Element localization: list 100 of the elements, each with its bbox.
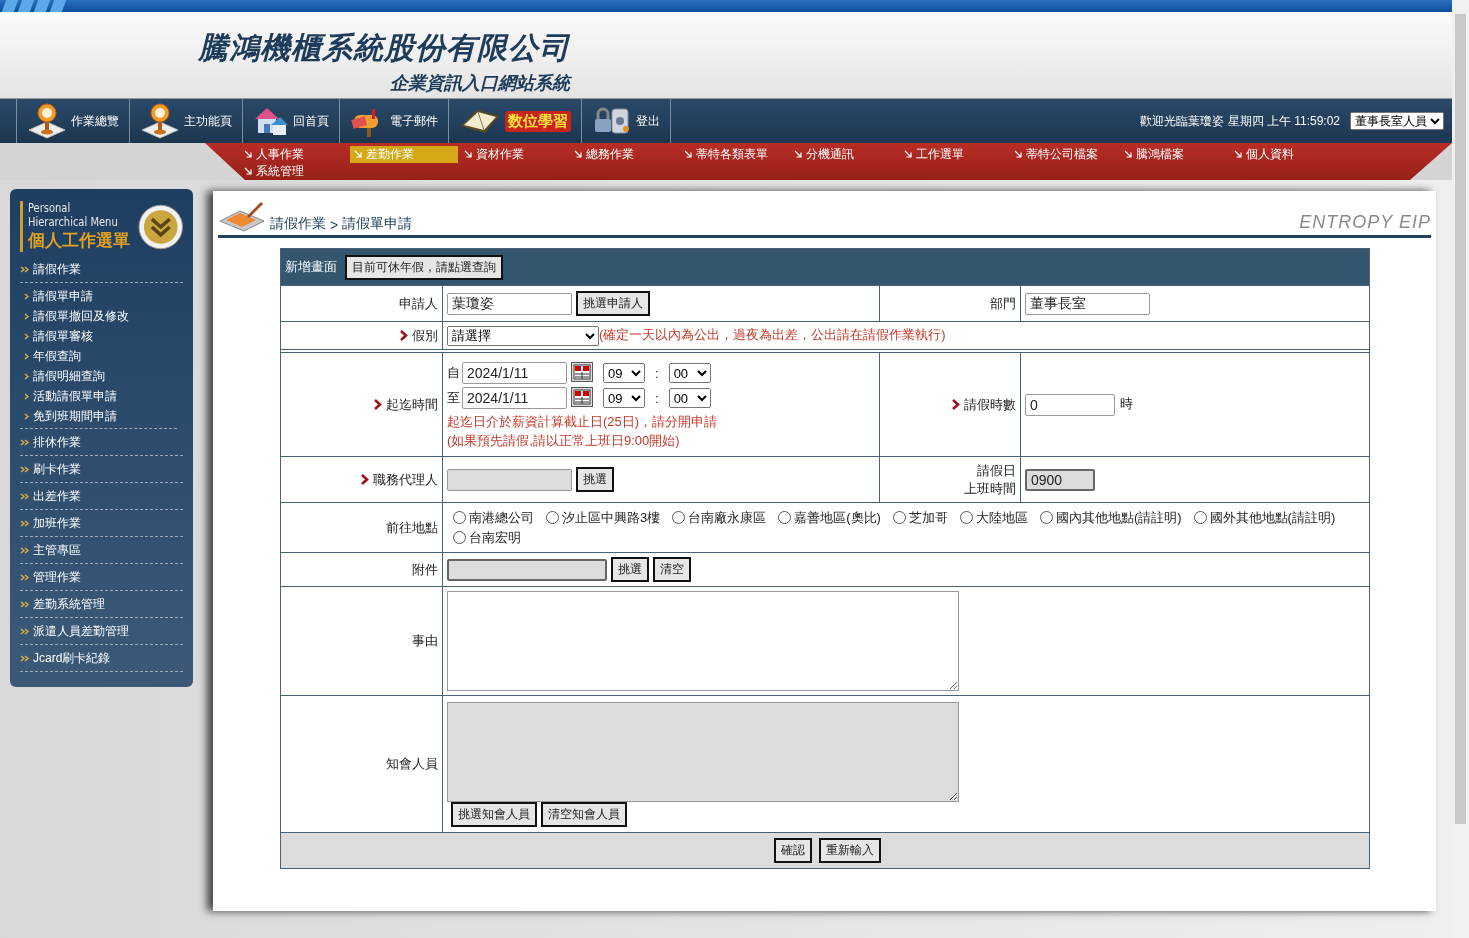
e-learning-logo-text: 数位學習	[505, 110, 571, 132]
destination-radio[interactable]: 嘉善地區(奧比)	[772, 509, 881, 525]
sidebar-item[interactable]: 出差作業	[20, 483, 183, 510]
leave-type-note: (確定一天以內為公出，過夜為出差，公出請在請假作業執行)	[599, 326, 946, 342]
arrow-down-right-icon	[684, 150, 692, 158]
field-label: 假別	[412, 327, 438, 343]
calendar-icon[interactable]	[571, 362, 593, 382]
arrow-down-right-icon	[1014, 150, 1022, 158]
padlock-icon	[592, 105, 632, 137]
hour-select[interactable]: 09	[603, 388, 645, 408]
applicant-field[interactable]: 葉瓊姿	[447, 292, 572, 315]
sidebar-item[interactable]: 請假作業	[20, 256, 183, 283]
warning-text: 起迄日介於薪資計算截止日(25日)，請分開申請	[447, 413, 719, 431]
notify-button[interactable]: 挑選知會人員	[451, 801, 537, 827]
date-field[interactable]: 2024/1/11	[462, 362, 567, 384]
toolbar-link[interactable]: 主功能頁	[130, 99, 243, 143]
chevron-icon	[24, 353, 29, 360]
breadcrumb-text: 請假作業	[270, 215, 326, 233]
destination-radio[interactable]: 芝加哥	[886, 509, 948, 525]
field-label: 附件	[412, 561, 438, 577]
menu-item[interactable]: 工作選單	[900, 146, 1008, 163]
attachment-button[interactable]: 清空	[653, 557, 691, 582]
attachment-button[interactable]: 挑選	[611, 557, 649, 582]
chevron-icon	[24, 393, 29, 400]
sidebar-item[interactable]: 差勤系統管理	[20, 591, 183, 618]
double-chevron-icon	[20, 466, 29, 473]
sidebar-title-english: Personal Hierarchical Menu	[28, 201, 118, 229]
pin-icon	[27, 103, 67, 139]
hours-field[interactable]: 0	[1025, 393, 1115, 416]
select-proxy-button[interactable]: 挑選	[576, 467, 614, 492]
sidebar-item[interactable]: 管理作業	[20, 564, 183, 591]
arrow-down-right-icon	[904, 150, 912, 158]
pin-icon	[140, 103, 180, 139]
department-field[interactable]: 董事長室	[1025, 292, 1150, 315]
field-label: 請假時數	[964, 396, 1016, 412]
arrow-down-right-icon	[794, 150, 802, 158]
time-separator: :	[655, 390, 659, 406]
form-action-button[interactable]: 重新輸入	[818, 838, 881, 863]
destination-radio[interactable]: 國外其他地點(請註明)	[1187, 509, 1336, 525]
destination-radio[interactable]: 汐止區中興路3樓	[540, 509, 661, 525]
toolbar-label: 登出	[636, 112, 660, 130]
form-action-button[interactable]: 確認	[773, 838, 812, 863]
toolbar-link[interactable]: 数位學習	[449, 99, 582, 143]
sidebar-subitem[interactable]: 請假單審核	[20, 326, 177, 346]
form-title: 新增畫面	[285, 258, 337, 276]
menu-item[interactable]: 蒂特各類表單	[680, 146, 788, 163]
breadcrumb-text: 請假單申請	[342, 215, 413, 233]
sidebar-item[interactable]: 刷卡作業	[20, 456, 183, 483]
date-field[interactable]: 2024/1/11	[462, 387, 567, 409]
destination-radio[interactable]: 台南廠永康區	[666, 509, 767, 525]
destination-radio[interactable]: 台南宏明	[447, 529, 521, 545]
welcome-text: 歡迎光臨葉瓊姿 星期四 上午 11:59:02	[1140, 112, 1340, 130]
sidebar-subitem[interactable]: 請假單撤回及修改	[20, 306, 177, 326]
menu-item[interactable]: 總務作業	[570, 146, 678, 163]
toolbar-label: 主功能頁	[184, 112, 232, 130]
arrow-down-right-icon	[244, 167, 252, 175]
reason-textarea[interactable]	[447, 591, 959, 691]
double-chevron-icon	[20, 439, 29, 446]
sidebar-subitem[interactable]: 免到班期間申請	[20, 406, 177, 426]
toolbar-link[interactable]: 作業總覽	[17, 99, 130, 143]
sidebar-subitem[interactable]: 請假單申請	[20, 286, 177, 306]
arrow-down-right-icon	[244, 150, 252, 158]
double-chevron-icon	[20, 266, 29, 273]
menu-item[interactable]: 系統管理	[240, 163, 348, 180]
destination-radio[interactable]: 大陸地區	[953, 509, 1028, 525]
sidebar-item[interactable]: 加班作業	[20, 510, 183, 537]
sidebar-item[interactable]: 排休作業	[20, 429, 183, 456]
menu-item[interactable]: 分機通訊	[790, 146, 898, 163]
double-chevron-icon	[20, 655, 29, 662]
leave-type-select[interactable]: 請選擇	[447, 325, 599, 346]
destination-radio[interactable]: 國內其他地點(請註明)	[1033, 509, 1182, 525]
notepad-pen-icon	[218, 201, 266, 233]
menu-item[interactable]: 資材作業	[460, 146, 568, 163]
minute-select[interactable]: 00	[668, 388, 711, 408]
chevron-down-icon[interactable]	[137, 203, 183, 250]
calendar-icon[interactable]	[571, 387, 593, 407]
menu-item[interactable]: 人事作業	[240, 146, 348, 163]
menu-item[interactable]: 騰鴻檔案	[1120, 146, 1228, 163]
sidebar-subitem[interactable]: 請假明細查詢	[20, 366, 177, 386]
sidebar-subitem[interactable]: 年假查詢	[20, 346, 177, 366]
double-chevron-icon	[20, 601, 29, 608]
role-select[interactable]: 董事長室人員	[1350, 112, 1444, 130]
notify-button[interactable]: 清空知會人員	[541, 801, 627, 827]
chevron-icon	[24, 373, 29, 380]
field-label: 申請人	[399, 295, 438, 311]
destination-radio[interactable]: 南港總公司	[447, 509, 534, 525]
sidebar-item[interactable]: Jcard刷卡紀錄	[20, 645, 183, 672]
select-applicant-button[interactable]: 挑選申請人	[576, 291, 650, 316]
scrollbar[interactable]	[1452, 0, 1469, 938]
sidebar-item[interactable]: 派遣人員差勤管理	[20, 618, 183, 645]
arrow-down-right-icon	[574, 150, 582, 158]
sidebar-item[interactable]: 主管專區	[20, 537, 183, 564]
menu-item[interactable]: 個人資料	[1230, 146, 1338, 163]
hour-select[interactable]: 09	[603, 363, 645, 383]
field-label: 起迄時間	[386, 396, 438, 412]
annual-leave-query-button[interactable]: 目前可休年假，請點選查詢	[345, 254, 503, 280]
sidebar-subitem[interactable]: 活動請假單申請	[20, 386, 177, 406]
minute-select[interactable]: 00	[668, 363, 711, 383]
brand-text: ENTROPY EIP	[1299, 212, 1431, 233]
menu-item[interactable]: 蒂特公司檔案	[1010, 146, 1118, 163]
